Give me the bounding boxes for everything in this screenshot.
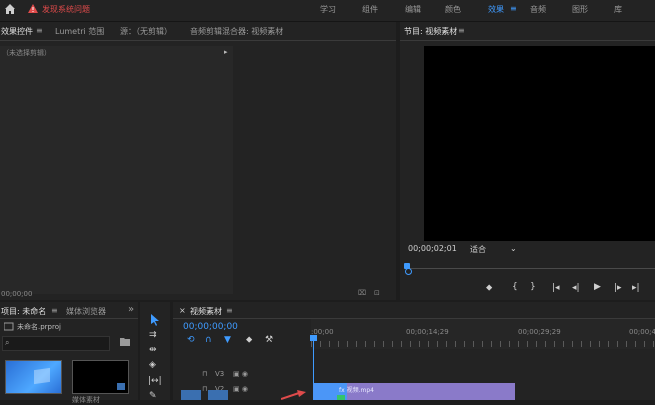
workspace-effects[interactable]: 效果 <box>488 4 504 15</box>
workspace-audio[interactable]: 音频 <box>530 4 546 15</box>
program-monitor-panel: 节目: 视频素材 ≡ 00;00;02;01 适合 ⌄ ⬥ { } |◂ ◂| … <box>400 22 655 300</box>
tab-divider <box>0 40 396 41</box>
linked-selection-icon[interactable]: ∩ <box>205 335 212 345</box>
panel-overflow-icon[interactable]: » <box>128 304 134 315</box>
pointer-arrow-icon <box>280 390 307 400</box>
workspace-libraries[interactable]: 库 <box>614 4 622 15</box>
slip-tool-icon[interactable]: |↔| <box>148 376 162 386</box>
expand-arrow-icon[interactable]: ▸ <box>224 48 228 56</box>
project-divider <box>0 318 138 319</box>
warning-text[interactable]: 发现系统问题 <box>42 4 90 15</box>
playhead-track[interactable] <box>408 268 655 269</box>
playhead-handle[interactable] <box>405 268 412 275</box>
ruler-label-30s: 00;00;29;29 <box>518 328 561 336</box>
workspace-assembly[interactable]: 组件 <box>362 4 378 15</box>
play-button[interactable]: ▶ <box>594 282 601 292</box>
project-title[interactable]: 项目: 未命名 <box>1 306 46 317</box>
tab-media-browser[interactable]: 媒体浏览器 <box>66 306 106 317</box>
fit-dropdown[interactable]: 适合 ⌄ <box>470 244 518 255</box>
search-input[interactable]: ⌕ <box>2 336 110 351</box>
lock-icon[interactable]: ⊓ <box>202 385 207 393</box>
program-timecode[interactable]: 00;00;02;01 <box>408 244 457 253</box>
ruler-label-45s: 00;00;44; <box>629 328 655 336</box>
workspace-editing[interactable]: 编辑 <box>405 4 421 15</box>
chevron-down-icon: ⌄ <box>510 244 517 253</box>
tab-source[interactable]: 源：（无剪辑） <box>120 26 172 37</box>
ruler-label-15s: 00;00;14;29 <box>406 328 449 336</box>
sequence-badge-icon <box>117 383 125 390</box>
effect-controls-area: （未选择剪辑） ▸ <box>0 46 233 294</box>
media-label-2: 媒体素材 <box>72 396 100 404</box>
timeline-clip[interactable]: fx 视频.mp4 <box>313 383 515 400</box>
fit-label: 适合 <box>470 245 486 254</box>
windows-logo-icon <box>34 367 50 385</box>
ripple-edit-tool-icon[interactable]: ⇹ <box>149 345 157 355</box>
wrench-icon[interactable]: ⚒ <box>265 335 273 345</box>
step-back-button[interactable]: ◂| <box>572 283 580 293</box>
add-marker-icon[interactable]: ▼ <box>224 335 231 345</box>
track-select-tool-icon[interactable]: ⇉ <box>149 330 157 340</box>
go-to-out-button[interactable]: ▸| <box>632 283 640 293</box>
settings-icon[interactable]: ⊡ <box>374 289 380 297</box>
clip-effect-badge <box>337 395 345 400</box>
top-menu-bar: 发现系统问题 学习 组件 编辑 颜色 效果 ≡ 音频 图形 库 <box>0 0 655 22</box>
timeline-close-icon[interactable]: × <box>179 306 186 315</box>
workspace-learning[interactable]: 学习 <box>320 4 336 15</box>
effect-controls-panel: 效果控件 ≡ Lumetri 范围 源：（无剪辑） 音频剪辑混合器: 视频素材 … <box>0 22 396 300</box>
timeline-timecode[interactable]: 00;00;00;00 <box>183 322 238 332</box>
ruler-ticks <box>311 341 655 347</box>
mark-in-button[interactable]: { <box>512 282 518 292</box>
lock-icon[interactable]: ⊓ <box>202 370 207 378</box>
step-forward-button[interactable]: |▸ <box>614 283 622 293</box>
project-file-icon <box>3 322 14 331</box>
timeline-playhead-handle[interactable] <box>310 335 317 341</box>
go-to-in-button[interactable]: |◂ <box>552 283 560 293</box>
media-thumbnail-2[interactable] <box>72 360 129 394</box>
project-panel: 项目: 未命名 ≡ 媒体浏览器 » 未命名.prproj ⌕ 媒体素材 <box>0 302 138 404</box>
no-clip-text: （未选择剪辑） <box>2 49 51 57</box>
track-toggle-icons[interactable]: ▣ ◉ <box>233 370 248 378</box>
effect-timecode[interactable]: 00;00;00 <box>1 290 32 298</box>
clip-label: fx 视频.mp4 <box>339 387 374 394</box>
program-tab-divider <box>400 40 655 41</box>
warning-icon[interactable] <box>28 4 38 14</box>
tab-effect-controls[interactable]: 效果控件 <box>1 26 33 37</box>
track-name-v3: V3 <box>215 370 225 378</box>
time-ruler[interactable]: :00;00 00;00;14;29 00;00;29;29 00;00;44; <box>311 319 655 349</box>
razor-tool-icon[interactable]: ◈ <box>149 360 156 370</box>
program-video-display[interactable] <box>424 46 655 241</box>
workspace-menu-icon[interactable]: ≡ <box>510 4 517 13</box>
source-patch-v1-target[interactable] <box>208 390 228 400</box>
project-filename: 未命名.prproj <box>17 323 61 331</box>
tab-effect-controls-menu[interactable]: ≡ <box>36 26 43 35</box>
workspace-color[interactable]: 颜色 <box>445 4 461 15</box>
tab-lumetri-scopes[interactable]: Lumetri 范围 <box>55 26 104 37</box>
selection-tool-icon[interactable] <box>149 314 161 326</box>
workspace-graphics[interactable]: 图形 <box>572 4 588 15</box>
timeline-title[interactable]: 视频素材 <box>190 306 222 317</box>
new-bin-icon[interactable] <box>120 337 130 346</box>
track-toggle-icons[interactable]: ▣ ◉ <box>233 385 248 393</box>
timeline-menu-icon[interactable]: ≡ <box>226 306 233 315</box>
timeline-panel: × 视频素材 ≡ 00;00;00;00 ⟲ ∩ ▼ ⬥ ⚒ :00;00 00… <box>173 302 655 400</box>
media-thumbnail-1[interactable] <box>5 360 62 394</box>
source-patch-v1[interactable] <box>181 390 201 400</box>
mark-out-button[interactable]: } <box>530 282 536 292</box>
search-icon: ⌕ <box>5 338 10 347</box>
program-menu-icon[interactable]: ≡ <box>458 26 465 35</box>
add-marker-button[interactable]: ⬥ <box>486 283 492 293</box>
export-frame-icon[interactable]: ⌧ <box>358 289 366 297</box>
home-icon[interactable] <box>4 3 16 15</box>
program-title[interactable]: 节目: 视频素材 <box>404 26 457 37</box>
tab-audio-clip-mixer[interactable]: 音频剪辑混合器: 视频素材 <box>190 26 283 37</box>
snap-icon[interactable]: ⟲ <box>187 335 195 345</box>
tools-panel: ⇉ ⇹ ◈ |↔| ✎ <box>140 302 170 401</box>
project-menu-icon[interactable]: ≡ <box>51 306 58 315</box>
track-header-v3: ⊓ V3 ▣ ◉ <box>173 368 311 381</box>
marker-icon[interactable]: ⬥ <box>246 335 252 345</box>
